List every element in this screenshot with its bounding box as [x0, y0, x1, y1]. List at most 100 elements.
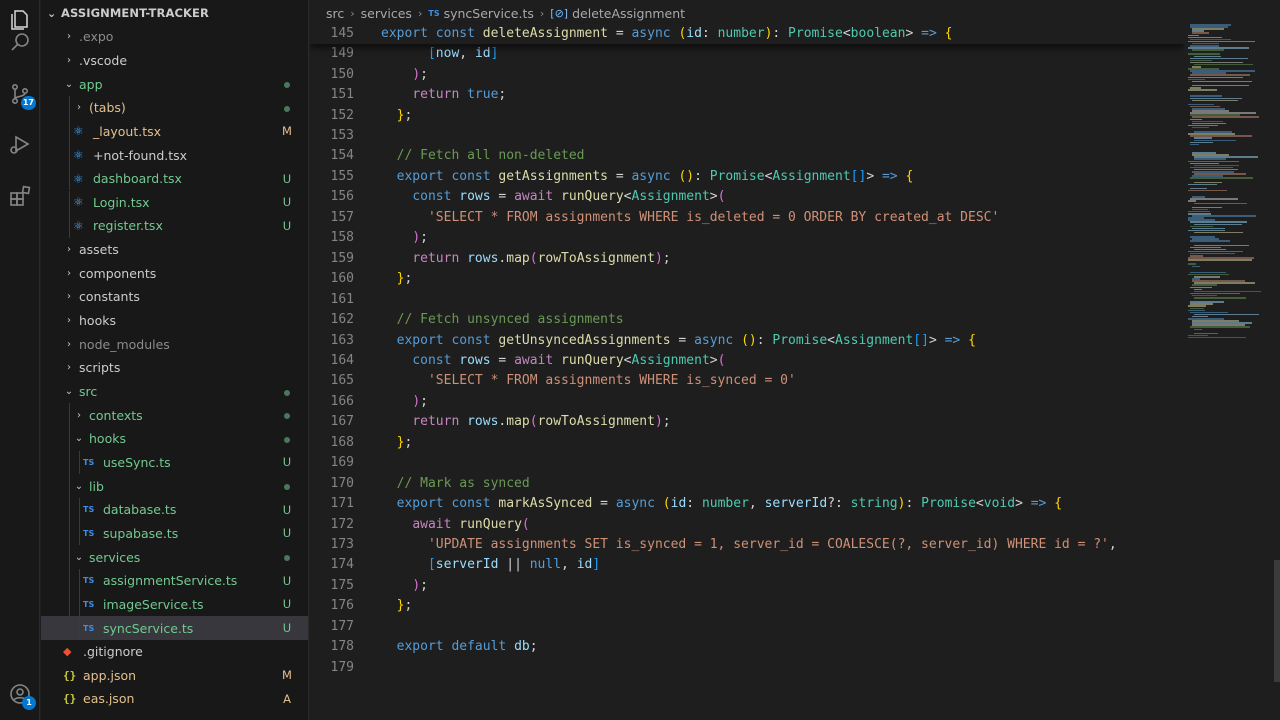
code-line[interactable]: 167 return rows.map(rowToAssignment); [310, 412, 1184, 433]
tree-file[interactable]: ⚛ register.tsx U [41, 214, 308, 238]
line-number: 153 [330, 128, 354, 143]
tree-file[interactable]: ⚛ dashboard.tsx U [41, 166, 308, 191]
tree-folder[interactable]: › node_modules [41, 332, 308, 356]
tree-item-label: lib [89, 478, 104, 494]
tree-file[interactable]: ◆ .gitignore [41, 640, 308, 664]
code-line[interactable]: 166 ); [310, 391, 1184, 412]
code-line[interactable]: 157 'SELECT * FROM assignments WHERE is_… [310, 207, 1184, 228]
tree-folder[interactable]: ⌄ app [41, 72, 308, 96]
tree-folder[interactable]: ⌄ services [41, 545, 308, 569]
extensions-icon[interactable] [6, 182, 34, 210]
code-line[interactable]: 149 [now, id] [310, 43, 1184, 64]
code-line[interactable]: 176 }; [310, 596, 1184, 617]
code-line[interactable]: 150 ); [310, 64, 1184, 85]
indent-guide [69, 427, 70, 451]
tree-file[interactable]: {} app.json M [41, 664, 308, 688]
code-text: const rows = await runQuery<Assignment>( [412, 189, 726, 205]
breadcrumb-src[interactable]: src [326, 6, 344, 21]
code-line[interactable]: 154 // Fetch all non-deleted [310, 146, 1184, 167]
minimap[interactable] [1184, 22, 1280, 720]
code-line[interactable]: 163 export const getUnsyncedAssignments … [310, 330, 1184, 351]
tree-file[interactable]: TS supabase.ts U [41, 521, 308, 546]
code-line[interactable]: 174 [serverId || null, id] [310, 555, 1184, 576]
tree-item-label: database.ts [103, 502, 177, 518]
tree-file[interactable]: TS assignmentService.ts U [41, 568, 308, 593]
minimap-line [1190, 143, 1199, 146]
code-line[interactable]: 170 // Mark as synced [310, 473, 1184, 494]
code-line[interactable]: 152 }; [310, 105, 1184, 126]
code-line[interactable]: 158 ); [310, 228, 1184, 249]
tree-file[interactable]: ⚛ +not-found.tsx [41, 143, 308, 167]
tree-folder[interactable]: › contexts [41, 403, 308, 427]
line-number: 161 [330, 291, 354, 307]
code-line[interactable]: 160 }; [310, 268, 1184, 289]
modified-dot-icon [281, 432, 293, 446]
tree-file[interactable]: TS syncService.ts U [41, 616, 308, 640]
activity-bar: 17 1 [0, 0, 40, 720]
tree-file[interactable]: TS imageService.ts U [41, 592, 308, 617]
chevron-down-icon: ⌄ [74, 480, 84, 492]
line-number: 165 [330, 373, 354, 389]
run-debug-icon[interactable] [6, 130, 34, 158]
code-text: [now, id] [427, 46, 499, 62]
code-line[interactable]: 156 const rows = await runQuery<Assignme… [310, 187, 1184, 208]
code-editor[interactable]: 145 export const deleteAssignment = async… [310, 22, 1184, 720]
breadcrumb-services[interactable]: services [361, 6, 412, 21]
tree-file[interactable]: TS database.ts U [41, 498, 308, 522]
tree-folder[interactable]: › .vscode [41, 49, 308, 73]
breadcrumb-file[interactable]: syncService.ts [444, 6, 534, 21]
tree-folder[interactable]: › (tabs) [41, 95, 308, 120]
code-line[interactable]: 172 await runQuery( [310, 514, 1184, 535]
code-line[interactable]: 159 return rows.map(rowToAssignment); [310, 248, 1184, 269]
minimap-line [1190, 240, 1230, 242]
tree-folder[interactable]: › .expo [41, 25, 308, 49]
code-line[interactable]: 177 [310, 616, 1184, 637]
source-control-icon[interactable]: 17 [6, 80, 36, 110]
tree-file[interactable]: ⚛ Login.tsx U [41, 190, 308, 215]
code-line[interactable]: 171 export const markAsSynced = async (i… [310, 493, 1184, 514]
tree-file[interactable]: TS useSync.ts U [41, 450, 308, 475]
react-file-icon: ⚛ [73, 148, 84, 163]
breadcrumb-symbol[interactable]: deleteAssignment [572, 6, 685, 21]
code-line[interactable]: 168 }; [310, 432, 1184, 453]
tree-folder[interactable]: › assets [41, 238, 308, 262]
sticky-scroll-line[interactable]: 145 export const deleteAssignment = async… [310, 23, 1184, 44]
chevron-down-icon: ⌄ [47, 6, 57, 20]
code-line[interactable]: 155 export const getAssignments = async … [310, 166, 1184, 187]
tree-file[interactable]: {} eas.json A [41, 687, 308, 711]
code-line[interactable]: 153 [310, 125, 1184, 146]
search-icon[interactable] [6, 28, 34, 56]
tree-folder[interactable]: › hooks [41, 309, 308, 333]
code-line[interactable]: 178 export default db; [310, 637, 1184, 658]
tree-folder[interactable]: ⌄ src [41, 380, 308, 404]
typescript-file-icon: TS [83, 457, 95, 467]
tree-folder[interactable]: ⌄ hooks [41, 427, 308, 451]
code-text: // Fetch all non-deleted [396, 148, 585, 164]
tree-folder[interactable]: ⌄ lib [41, 474, 308, 498]
minimap-line [1194, 202, 1247, 205]
code-line[interactable]: 179 [310, 657, 1184, 678]
code-line[interactable]: 161 [310, 289, 1184, 310]
tree-item-label: src [79, 384, 98, 400]
indent-guide [69, 403, 70, 427]
code-line[interactable]: 162 // Fetch unsynced assignments [310, 309, 1184, 330]
source-control-badge: 17 [20, 96, 36, 110]
vertical-scrollbar[interactable] [1274, 560, 1280, 682]
code-line[interactable]: 169 [310, 452, 1184, 473]
code-line[interactable]: 151 return true; [310, 84, 1184, 105]
line-number: 164 [330, 352, 354, 368]
code-line[interactable]: 164 const rows = await runQuery<Assignme… [310, 350, 1184, 371]
code-line[interactable]: 165 'SELECT * FROM assignments WHERE is_… [310, 371, 1184, 392]
explorer-root-header[interactable]: ⌄ ASSIGNMENT-TRACKER [41, 2, 308, 24]
react-file-icon: ⚛ [73, 124, 84, 139]
tree-folder[interactable]: › constants [41, 285, 308, 309]
tree-folder[interactable]: › scripts [41, 356, 308, 380]
account-icon[interactable]: 1 [6, 680, 36, 710]
code-line[interactable]: 173 'UPDATE assignments SET is_synced = … [310, 534, 1184, 555]
tree-file[interactable]: ⚛ _layout.tsx M [41, 119, 308, 144]
git-status-badge: M [282, 668, 292, 683]
code-line[interactable]: 175 ); [310, 575, 1184, 596]
tree-folder[interactable]: › components [41, 262, 308, 286]
indent-guide [69, 474, 70, 498]
line-number: 168 [330, 434, 354, 450]
